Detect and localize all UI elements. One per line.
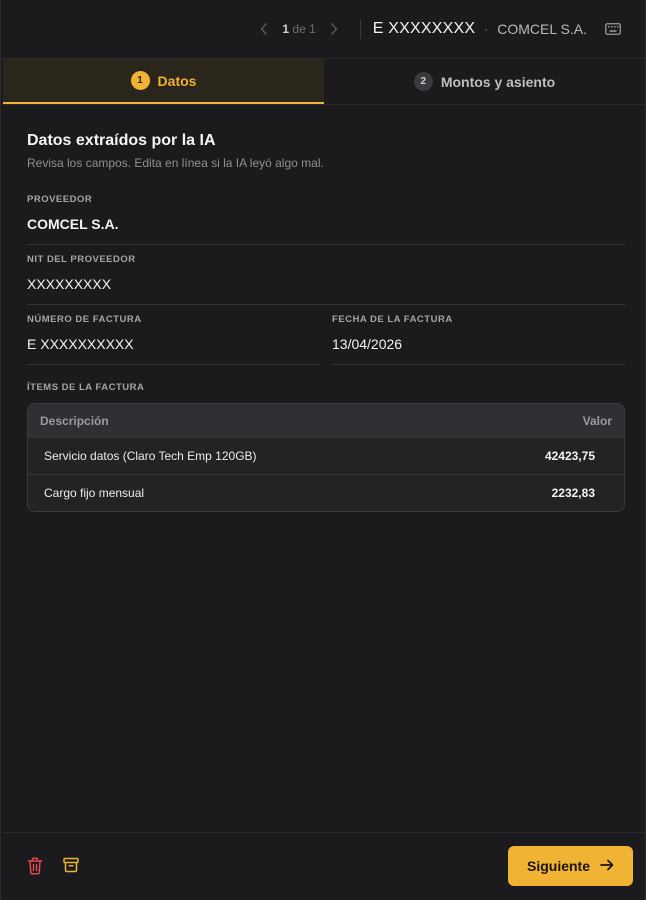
trash-icon[interactable] [27,857,43,875]
item-description[interactable]: Cargo fijo mensual [44,486,144,500]
separator-dot: · [484,22,489,36]
header-divider [359,19,361,39]
field-nit: NIT DEL PROVEEDOR XXXXXXXXX [27,254,625,305]
invoice-id: E XXXXXXXX [372,20,476,37]
field-label: PROVEEDOR [27,194,93,205]
siguiente-label: Siguiente [526,858,590,874]
column-header-descripcion: Descripción [40,413,109,428]
nit-input[interactable]: XXXXXXXXX [27,275,625,305]
footer-bar: Siguiente [3,832,645,900]
table-row[interactable]: Cargo fijo mensual 2232,83 [28,474,624,511]
items-label: ÍTEMS DE LA FACTURA [27,382,145,393]
section-header: Datos extraídos por la IA Revisa los cam… [27,132,625,170]
tab-label: Montos y asiento [440,73,556,90]
table-header: Descripción Valor [28,404,624,437]
field-proveedor: PROVEEDOR COMCEL S.A. [27,194,625,245]
item-amount[interactable]: 2232,83 [552,486,595,500]
step-number-badge: 1 [130,71,150,90]
siguiente-button[interactable]: Siguiente [508,846,633,886]
archive-icon[interactable] [63,857,79,873]
table-row[interactable]: Servicio datos (Claro Tech Emp 120GB) 42… [28,437,624,474]
tab-montos-y-asiento[interactable]: 2 Montos y asiento [324,59,645,104]
step-tabs: 1 Datos 2 Montos y asiento [3,59,645,105]
items-table: Descripción Valor Servicio datos (Claro … [27,403,625,512]
chevron-right-icon[interactable] [328,23,340,35]
arrow-right-icon [600,858,614,874]
pager: 1 de 1 [258,22,339,36]
items-heading: ÍTEMS DE LA FACTURA [27,382,625,393]
chevron-left-icon[interactable] [258,23,270,35]
step-number-badge: 2 [413,72,433,91]
tab-datos[interactable]: 1 Datos [3,59,324,104]
field-fecha-factura: FECHA DE LA FACTURA 13/04/2026 [332,314,625,365]
field-numero-factura: NÚMERO DE FACTURA E XXXXXXXXXX [27,314,320,365]
invoice-review-panel: 1 de 1 E XXXXXXXX · COMCEL S.A. 1 Datos [0,0,646,900]
header-vendor: COMCEL S.A. [497,21,587,37]
section-subtitle: Revisa los campos. Edita en línea si la … [27,156,324,170]
field-label: NIT DEL PROVEEDOR [27,254,136,265]
item-description[interactable]: Servicio datos (Claro Tech Emp 120GB) [44,449,257,463]
proveedor-input[interactable]: COMCEL S.A. [27,215,625,245]
field-label: NÚMERO DE FACTURA [27,314,142,325]
pager-count: 1 de 1 [282,22,316,36]
column-header-valor: Valor [582,413,612,428]
keyboard-icon[interactable] [605,23,621,35]
fecha-factura-input[interactable]: 13/04/2026 [332,335,625,365]
tab-label: Datos [157,72,197,89]
section-title: Datos extraídos por la IA [27,132,216,149]
top-bar: 1 de 1 E XXXXXXXX · COMCEL S.A. [1,0,646,59]
field-label: FECHA DE LA FACTURA [332,314,453,325]
item-amount[interactable]: 42423,75 [545,449,595,463]
numero-factura-input[interactable]: E XXXXXXXXXX [27,335,320,365]
